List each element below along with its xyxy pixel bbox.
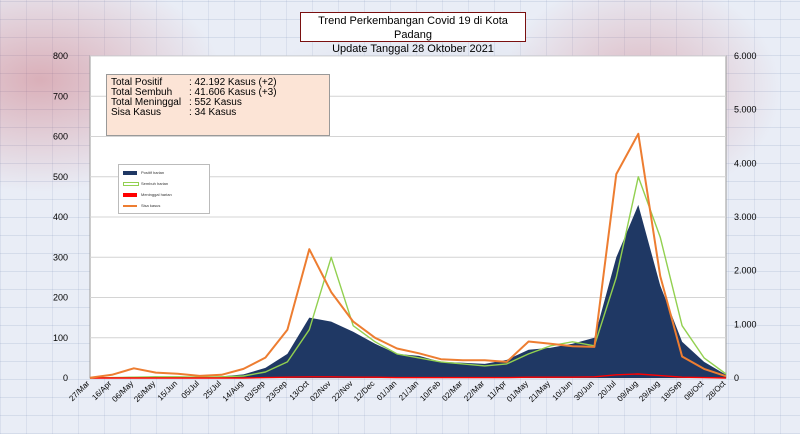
x-tick-label: 01/May [505, 379, 530, 404]
chart-subtitle: Update Tanggal 28 Oktober 2021 [332, 43, 494, 55]
x-tick-label: 22/Nov [330, 379, 354, 403]
x-tick-label: 27/Mar [67, 379, 91, 403]
y-right-tick-label: 4.000 [734, 158, 757, 168]
x-tick-label: 09/Aug [615, 379, 639, 403]
legend-swatch [123, 193, 137, 197]
x-tick-label: 13/Oct [288, 379, 312, 403]
x-tick-label: 02/Nov [308, 379, 332, 403]
legend-swatch [123, 182, 139, 186]
y-left-tick-label: 600 [53, 132, 68, 142]
y-left-tick-label: 100 [53, 333, 68, 343]
legend-item-meninggal: Meninggal harian [123, 191, 209, 199]
x-axis: 27/Mar16/Apr06/May26/May15/Jun 05/Jul 25/J… [67, 379, 728, 404]
legend-swatch [123, 171, 137, 175]
chart-canvas: 0 100 200 300 400 500 600 700 800 0 1.000 2.000 3.0… [53, 51, 757, 404]
y-left-tick-label: 200 [53, 293, 68, 303]
x-tick-label: 22/Mar [462, 379, 486, 403]
x-tick-label: 30/Jun [572, 379, 595, 402]
chart-title: Trend Perkembangan Covid 19 di Kota Pada… [318, 15, 508, 41]
chart-title-box: Trend Perkembangan Covid 19 di Kota Pada… [300, 12, 526, 55]
y-left-tick-label: 800 [53, 51, 68, 61]
y-axis-right: 0 1.000 2.000 3.000 4.000 5.000 6.000 [734, 51, 757, 383]
y-right-tick-label: 1.000 [734, 319, 757, 329]
legend-item-sembuh: Sembuh harian [123, 180, 209, 188]
legend-item-positif: Positif harian [123, 169, 209, 177]
x-tick-label: 28/Oct [704, 379, 728, 403]
legend-label: Sembuh harian [141, 181, 169, 186]
x-tick-label: 01/Jan [375, 379, 398, 402]
y-right-tick-label: 5.000 [734, 105, 757, 115]
x-tick-label: 26/May [132, 379, 157, 404]
legend-label: Positif harian [141, 170, 165, 175]
stat-label: Sisa Kasus [111, 107, 162, 118]
x-tick-label: 15/Jun [156, 379, 179, 402]
y-left-tick-label: 400 [53, 212, 68, 222]
y-left-tick-label: 500 [53, 172, 68, 182]
x-tick-label: 12/Dec [352, 379, 376, 403]
x-tick-label: 06/May [110, 379, 135, 404]
x-tick-label: 29/Aug [637, 379, 661, 403]
legend-label: Sisa kasus [141, 203, 161, 208]
y-left-tick-label: 0 [63, 373, 68, 383]
y-left-tick-label: 300 [53, 252, 68, 262]
y-left-tick-label: 700 [53, 91, 68, 101]
stats-summary-box: Total Positif : 42.192 Kasus (+2) Total … [106, 74, 330, 136]
x-tick-label: 21/Jan [397, 379, 420, 402]
chart-legend: Positif harian Sembuh harian Meninggal h… [118, 164, 210, 214]
x-tick-label: 05/Jul [180, 379, 202, 401]
x-tick-label: 10/Jun [551, 379, 574, 402]
x-tick-label: 18/Sep [659, 379, 684, 404]
legend-label: Meninggal harian [141, 192, 172, 197]
stat-value: : 34 Kasus [189, 107, 237, 118]
x-tick-label: 23/Sep [264, 379, 289, 404]
stat-row-sisa: Sisa Kasus : 34 Kasus [111, 108, 329, 118]
y-right-tick-label: 0 [734, 373, 739, 383]
x-tick-label: 03/Sep [243, 379, 268, 404]
y-right-tick-label: 6.000 [734, 51, 757, 61]
legend-item-sisa: Sisa kasus [123, 202, 209, 210]
x-tick-label: 21/May [527, 379, 552, 404]
x-tick-label: 14/Aug [221, 379, 245, 403]
x-tick-label: 08/Oct [682, 379, 706, 403]
legend-swatch [123, 205, 137, 207]
y-right-tick-label: 3.000 [734, 212, 757, 222]
x-tick-label: 02/Mar [440, 379, 464, 403]
x-tick-label: 10/Feb [418, 379, 442, 403]
y-axis-left: 0 100 200 300 400 500 600 700 800 [53, 51, 68, 383]
y-right-tick-label: 2.000 [734, 266, 757, 276]
